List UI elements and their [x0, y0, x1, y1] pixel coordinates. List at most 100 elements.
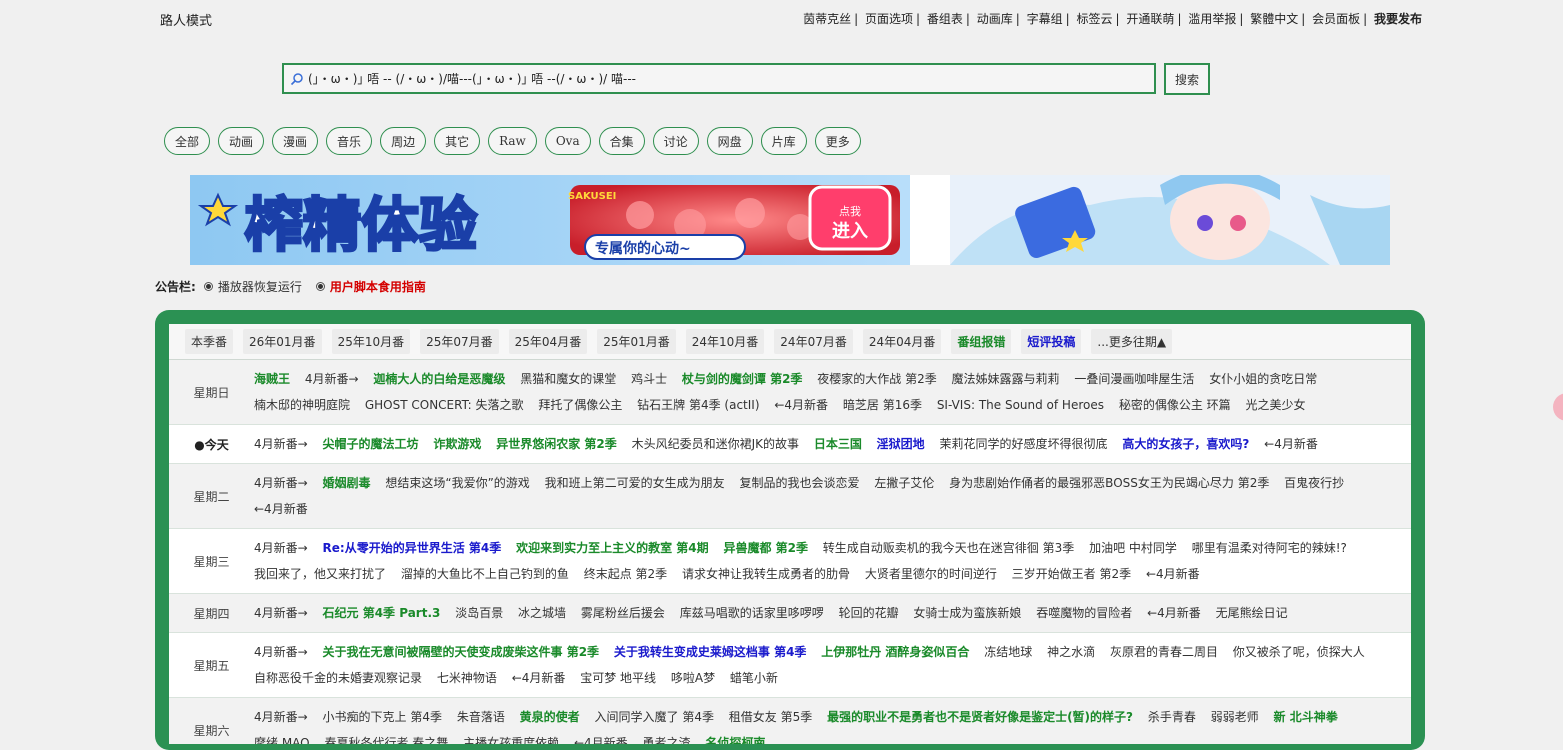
anime-title-link[interactable]: 哆啦A梦	[671, 671, 715, 685]
anime-title-link[interactable]: 魔法姊妹露露与莉莉	[952, 372, 1060, 386]
anime-title-link[interactable]: 日本三国	[814, 437, 862, 451]
anime-title-link[interactable]: 主播女孩重度依赖	[463, 736, 559, 744]
anime-title-link[interactable]: 关于我转生变成史莱姆这档事 第4季	[614, 645, 807, 659]
anime-title-link[interactable]: 吞噬魔物的冒险者	[1036, 606, 1132, 620]
anime-title-link[interactable]: 4月新番→	[305, 372, 359, 386]
anime-title-link[interactable]: 4月新番→	[254, 606, 308, 620]
anime-title-link[interactable]: 石纪元 第4季 Part.3	[323, 606, 441, 620]
report-error-link[interactable]: 番组报错	[951, 329, 1012, 354]
anime-title-link[interactable]: 租借女友 第5季	[729, 710, 812, 724]
anime-title-link[interactable]: 迦楠大人的白给是恶魔级	[373, 372, 505, 386]
announcement-text[interactable]: 用户脚本食用指南	[330, 278, 426, 295]
announcement-item[interactable]: 用户脚本食用指南	[315, 278, 426, 295]
anime-title-link[interactable]: 黄泉的使者	[520, 710, 580, 724]
category-all[interactable]: 全部	[164, 127, 211, 155]
anime-title-link[interactable]: 百鬼夜行抄	[1284, 476, 1344, 490]
anime-title-link[interactable]: 三岁开始做王者 第2季	[1012, 567, 1131, 581]
anime-title-link[interactable]: 终末起点 第2季	[584, 567, 667, 581]
category-collection[interactable]: 合集	[598, 127, 645, 155]
anime-title-link[interactable]: 诈欺游戏	[433, 437, 481, 451]
anime-title-link[interactable]: 女仆小姐的贪吃日常	[1209, 372, 1317, 386]
anime-title-link[interactable]: 4月新番→	[254, 645, 308, 659]
anime-title-link[interactable]: 蜡笔小新	[730, 671, 778, 685]
anime-title-link[interactable]: 库兹马唱歌的话家里哆啰啰	[680, 606, 824, 620]
anime-title-link[interactable]: 一叠间漫画咖啡屋生活	[1074, 372, 1194, 386]
anime-title-link[interactable]: Re:从零开始的异世界生活 第4季	[323, 541, 502, 555]
anime-title-link[interactable]: 请求女神让我转生成勇者的肋骨	[682, 567, 850, 581]
anime-title-link[interactable]: 加油吧 中村同学	[1089, 541, 1177, 555]
anime-title-link[interactable]: 楠木邸的神明庭院	[254, 398, 350, 412]
anime-title-link[interactable]: GHOST CONCERT: 失落之歌	[365, 398, 524, 412]
anime-title-link[interactable]: 入间同学入魔了 第4季	[595, 710, 714, 724]
anime-title-link[interactable]: 夜樱家的大作战 第2季	[817, 372, 936, 386]
anime-title-link[interactable]: 黑猫和魔女的课堂	[520, 372, 616, 386]
season-tab[interactable]: 26年01月番	[243, 329, 322, 354]
anime-title-link[interactable]: 雾尾粉丝后援会	[581, 606, 665, 620]
category-other[interactable]: 其它	[434, 127, 481, 155]
anime-title-link[interactable]: 4月新番→	[254, 437, 308, 451]
category-more[interactable]: 更多	[814, 127, 861, 155]
nav-link[interactable]: 页面选项	[865, 12, 913, 26]
anime-title-link[interactable]: 异世界悠闲农家 第2季	[496, 437, 617, 451]
category-discussion[interactable]: 讨论	[652, 127, 699, 155]
anime-title-link[interactable]: 春夏秋冬代行者 春之舞	[324, 736, 448, 744]
anime-title-link[interactable]: 勇者之渣	[642, 736, 690, 744]
anime-title-link[interactable]: 海贼王	[254, 372, 290, 386]
nav-link[interactable]: 动画库	[977, 12, 1013, 26]
anime-title-link[interactable]: 关于我在无意间被隔壁的天使变成废柴这件事 第2季	[323, 645, 600, 659]
season-tab-current[interactable]: 本季番	[185, 329, 234, 354]
anime-title-link[interactable]: 上伊那牡丹 酒醉身姿似百合	[821, 645, 969, 659]
anime-title-link[interactable]: 大贤者里德尔的时间逆行	[865, 567, 997, 581]
nav-link[interactable]: 标签云	[1077, 12, 1113, 26]
season-tab[interactable]: 25年07月番	[420, 329, 499, 354]
anime-title-link[interactable]: 秘密的偶像公主 环篇	[1119, 398, 1231, 412]
season-tab[interactable]: 24年04月番	[862, 329, 942, 354]
anime-title-link[interactable]: 4月新番→	[254, 710, 308, 724]
anime-title-link[interactable]: 你又被杀了呢，侦探大人	[1233, 645, 1365, 659]
category-manga[interactable]: 漫画	[272, 127, 319, 155]
anime-title-link[interactable]: 淫狱团地	[877, 437, 925, 451]
anime-title-link[interactable]: ←4月新番	[1146, 567, 1200, 581]
anime-title-link[interactable]: 无尾熊绘日记	[1216, 606, 1288, 620]
anime-title-link[interactable]: 神之水滴	[1047, 645, 1095, 659]
season-tab[interactable]: 24年07月番	[774, 329, 853, 354]
anime-title-link[interactable]: SI-VIS: The Sound of Heroes	[937, 398, 1104, 412]
announcement-text[interactable]: 播放器恢复运行	[218, 278, 302, 295]
anime-title-link[interactable]: 女骑士成为蛮族新娘	[913, 606, 1021, 620]
nav-link[interactable]: 开通联萌	[1126, 12, 1174, 26]
anime-title-link[interactable]: 4月新番→	[254, 476, 308, 490]
anime-title-link[interactable]: 淡岛百景	[455, 606, 503, 620]
anime-title-link[interactable]: 弱弱老师	[1211, 710, 1259, 724]
anime-title-link[interactable]: 宝可梦 地平线	[580, 671, 656, 685]
anime-title-link[interactable]: ←4月新番	[1147, 606, 1201, 620]
category-ova[interactable]: Ova	[544, 127, 591, 155]
anime-title-link[interactable]: 鸡斗士	[631, 372, 667, 386]
anime-title-link[interactable]: 摩绪 MAO	[254, 736, 310, 744]
anime-title-link[interactable]: ←4月新番	[774, 398, 828, 412]
anime-title-link[interactable]: 朱音落语	[457, 710, 505, 724]
anime-title-link[interactable]: 尖帽子的魔法工坊	[323, 437, 419, 451]
ad-banner[interactable]: 点我 进入 榨精体验 专属你的心动~ SAKUSEI	[190, 175, 1390, 265]
season-tab[interactable]: 24年10月番	[685, 329, 765, 354]
nav-link[interactable]: 会员面板	[1312, 12, 1360, 26]
anime-title-link[interactable]: 七米神物语	[437, 671, 497, 685]
anime-title-link[interactable]: 复制品的我也会谈恋爱	[739, 476, 859, 490]
search-button[interactable]: 搜索	[1164, 63, 1210, 95]
anime-title-link[interactable]: 木头风纪委员和迷你裙JK的故事	[632, 437, 799, 451]
anime-title-link[interactable]: 左撇子艾伦	[874, 476, 934, 490]
side-float-button[interactable]	[1553, 393, 1563, 421]
anime-title-link[interactable]: 哪里有温柔对待阿宅的辣妹!?	[1192, 541, 1347, 555]
more-seasons-toggle[interactable]: ...更多往期▲	[1091, 329, 1173, 354]
anime-title-link[interactable]: 身为悲剧始作俑者的最强邪恶BOSS女王为民竭心尽力 第2季	[949, 476, 1269, 490]
anime-title-link[interactable]: 拜托了偶像公主	[538, 398, 622, 412]
anime-title-link[interactable]: 想结束这场“我爱你”的游戏	[385, 476, 529, 490]
anime-title-link[interactable]: 溜掉的大鱼比不上自己钓到的鱼	[401, 567, 569, 581]
anime-title-link[interactable]: 新 北斗神拳	[1274, 710, 1338, 724]
anime-title-link[interactable]: ←4月新番	[512, 671, 566, 685]
season-tab[interactable]: 25年10月番	[331, 329, 411, 354]
anime-title-link[interactable]: 自称恶役千金的未婚妻观察记录	[254, 671, 422, 685]
anime-title-link[interactable]: ←4月新番	[574, 736, 628, 744]
category-merch[interactable]: 周边	[380, 127, 427, 155]
anime-title-link[interactable]: 轮回的花瓣	[839, 606, 899, 620]
short-review-link[interactable]: 短评投稿	[1021, 329, 1082, 354]
